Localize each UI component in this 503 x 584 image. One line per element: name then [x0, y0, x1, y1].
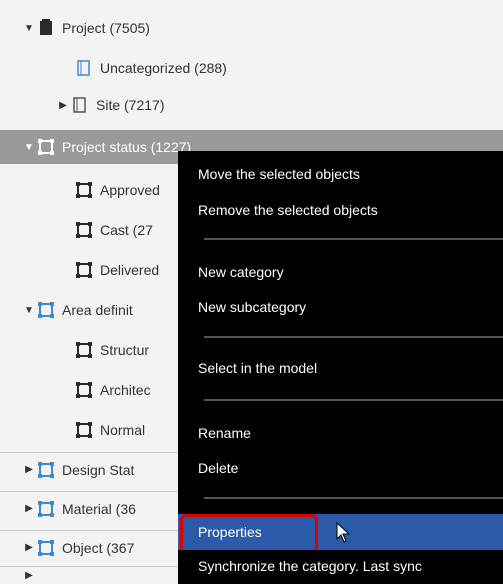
menu-item-new-category[interactable]: New category [178, 257, 503, 287]
menu-item-synchronize[interactable]: Synchronize the category. Last sync [178, 551, 503, 581]
menu-separator [204, 497, 503, 499]
expand-arrow-icon[interactable]: ▼ [22, 23, 36, 34]
tree-item-label: Area definit [62, 302, 133, 318]
expand-arrow-icon[interactable]: ▼ [22, 305, 36, 316]
category-icon [36, 538, 56, 558]
project-folder-icon [36, 18, 56, 38]
menu-item-properties[interactable]: Properties [178, 514, 503, 550]
category-icon [74, 420, 94, 440]
category-icon [74, 260, 94, 280]
category-icon [74, 380, 94, 400]
tree-item-label: Material (36 [62, 500, 136, 517]
site-icon [70, 95, 90, 115]
tree-item-uncategorized[interactable]: Uncategorized (288) [0, 53, 503, 83]
category-icon [36, 460, 56, 480]
tree-item-project[interactable]: ▼ Project (7505) [0, 13, 503, 43]
tree-item-label: Design Stat [62, 461, 135, 478]
category-icon [74, 340, 94, 360]
category-icon [36, 137, 56, 157]
tree-item-label: Normal [100, 422, 146, 438]
category-icon [74, 180, 94, 200]
category-icon [74, 220, 94, 240]
menu-item-new-subcategory[interactable]: New subcategory [178, 292, 503, 322]
expand-arrow-icon[interactable]: ▼ [22, 142, 36, 153]
tree-item-label: Project status (1227) [62, 139, 192, 155]
category-icon [36, 300, 56, 320]
menu-item-delete[interactable]: Delete [178, 453, 503, 483]
context-menu: Move the selected objects Remove the sel… [178, 151, 503, 584]
tree-item-site[interactable]: ▶ Site (7217) [0, 90, 503, 120]
menu-separator [204, 336, 503, 338]
menu-separator [204, 238, 503, 240]
uncategorized-icon [74, 58, 94, 78]
tree-item-label: Structur [100, 342, 150, 358]
tree-item-label: Approved [100, 182, 160, 198]
expand-arrow-icon[interactable]: ▶ [22, 503, 36, 514]
tree-item-label: Cast (27 [100, 222, 153, 238]
expand-arrow-icon[interactable]: ▶ [56, 100, 70, 111]
tree-item-label: Delivered [100, 262, 160, 278]
menu-item-select-in-model[interactable]: Select in the model [178, 353, 503, 383]
highlight-callout [180, 514, 318, 550]
menu-item-rename[interactable]: Rename [178, 418, 503, 448]
tree-item-label: Object (367 [62, 539, 135, 556]
menu-separator [204, 399, 503, 401]
menu-item-move[interactable]: Move the selected objects [178, 159, 503, 189]
tree-item-label: Uncategorized (288) [100, 60, 227, 76]
category-icon [36, 499, 56, 519]
tree-item-label: Project (7505) [62, 20, 150, 36]
expand-arrow-icon[interactable]: ▶ [22, 570, 36, 581]
expand-arrow-icon[interactable]: ▶ [22, 542, 36, 553]
tree-item-label: Site (7217) [96, 97, 165, 113]
mouse-cursor-icon [336, 522, 351, 543]
expand-arrow-icon[interactable]: ▶ [22, 464, 36, 475]
menu-item-remove[interactable]: Remove the selected objects [178, 195, 503, 225]
tree-item-label: Architec [100, 382, 151, 398]
